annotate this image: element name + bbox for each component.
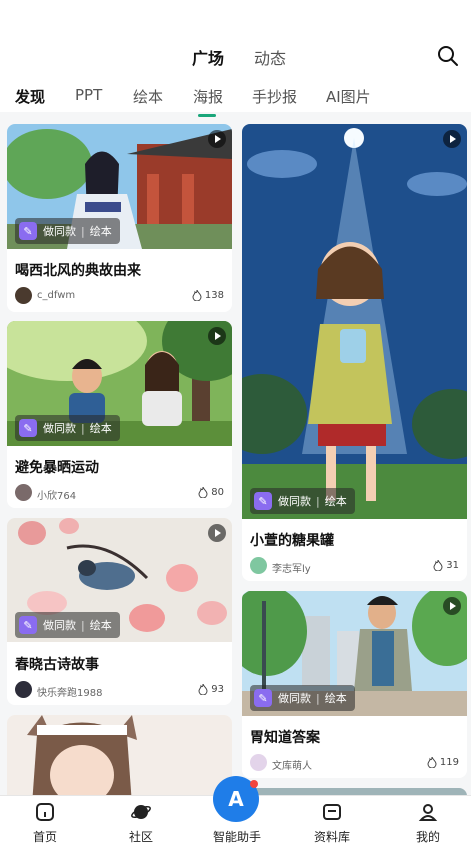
category-bar: 发现 PPT 绘本 海报 手抄报 AI图片 — [0, 86, 471, 108]
assistant-glyph: A — [228, 787, 244, 811]
badge-action: 做同款 — [278, 495, 311, 508]
badge-action: 做同款 — [43, 422, 76, 435]
nav-home-label: 首页 — [32, 830, 57, 844]
avatar — [15, 484, 32, 501]
card-author: c_dfwm — [37, 290, 76, 301]
brush-icon: ✎ — [19, 222, 37, 240]
badge-action: 做同款 — [43, 619, 76, 632]
nav-profile[interactable]: 我的 — [381, 796, 471, 847]
same-style-badge[interactable]: ✎ 做同款 | 绘本 — [250, 488, 355, 514]
feed-card[interactable]: ✎ 做同款 | 绘本 避免暴晒运动 小欣764 80 — [7, 321, 232, 508]
card-author: 快乐奔跑1988 — [37, 688, 103, 699]
card-likes: 80 — [198, 487, 224, 498]
home-icon — [36, 803, 54, 821]
nav-community-label: 社区 — [128, 830, 153, 844]
nav-profile-label: 我的 — [415, 830, 440, 844]
avatar — [250, 557, 267, 574]
category-picture-book[interactable]: 绘本 — [133, 86, 163, 107]
card-likes: 31 — [433, 560, 459, 571]
library-icon — [323, 804, 341, 820]
badge-action: 做同款 — [278, 692, 311, 705]
nav-community[interactable]: 社区 — [94, 796, 188, 847]
brush-icon: ✎ — [19, 616, 37, 634]
nav-library-label: 资料库 — [313, 830, 350, 844]
badge-type: 绘本 — [89, 225, 112, 238]
avatar — [15, 287, 32, 304]
badge-action: 做同款 — [43, 225, 76, 238]
card-title: 春晓古诗故事 — [15, 657, 99, 673]
feed-card[interactable] — [7, 715, 232, 805]
card-likes: 138 — [192, 290, 224, 301]
badge-divider: | — [316, 494, 320, 508]
badge-divider: | — [81, 421, 85, 435]
badge-divider: | — [81, 618, 85, 632]
tab-square[interactable]: 广场 — [192, 45, 224, 69]
card-title: 避免暴晒运动 — [15, 460, 99, 476]
fire-icon — [427, 757, 437, 768]
video-icon — [443, 130, 461, 148]
header-tabs: 广场 动态 — [0, 45, 471, 117]
card-likes: 119 — [427, 757, 459, 768]
category-poster[interactable]: 海报 — [193, 86, 223, 107]
fire-icon — [192, 290, 202, 301]
card-cover-image — [242, 124, 467, 519]
nav-home[interactable]: 首页 — [0, 796, 92, 847]
card-title: 喝西北风的典故由来 — [15, 263, 141, 279]
likes-count: 80 — [211, 487, 224, 498]
nav-assistant-label: 智能助手 — [212, 830, 261, 844]
card-cover-image — [7, 715, 232, 805]
category-discover[interactable]: 发现 — [15, 86, 45, 107]
fire-icon — [433, 560, 443, 571]
card-likes: 93 — [198, 684, 224, 695]
badge-type: 绘本 — [324, 692, 347, 705]
badge-divider: | — [316, 691, 320, 705]
badge-type: 绘本 — [324, 495, 347, 508]
brush-icon: ✎ — [254, 689, 272, 707]
badge-divider: | — [81, 224, 85, 238]
video-icon — [208, 327, 226, 345]
same-style-badge[interactable]: ✎ 做同款 | 绘本 — [15, 415, 120, 441]
same-style-badge[interactable]: ✎ 做同款 | 绘本 — [15, 218, 120, 244]
planet-icon — [131, 805, 151, 819]
card-title: 胃知道答案 — [250, 730, 320, 746]
feed-card[interactable]: ✎ 做同款 | 绘本 喝西北风的典故由来 c_dfwm 138 — [7, 124, 232, 312]
avatar — [15, 681, 32, 698]
video-icon — [208, 524, 226, 542]
likes-count: 31 — [446, 560, 459, 571]
brush-icon: ✎ — [254, 492, 272, 510]
brush-icon: ✎ — [19, 419, 37, 437]
badge-type: 绘本 — [89, 619, 112, 632]
badge-type: 绘本 — [89, 422, 112, 435]
same-style-badge[interactable]: ✎ 做同款 | 绘本 — [15, 612, 120, 638]
nav-library[interactable]: 资料库 — [285, 796, 379, 847]
likes-count: 93 — [211, 684, 224, 695]
category-handwritten-newspaper[interactable]: 手抄报 — [252, 86, 297, 107]
same-style-badge[interactable]: ✎ 做同款 | 绘本 — [250, 685, 355, 711]
fire-icon — [198, 684, 208, 695]
tab-dynamics[interactable]: 动态 — [254, 45, 286, 69]
category-ppt[interactable]: PPT — [75, 86, 102, 104]
category-ai-image[interactable]: AI图片 — [326, 86, 371, 107]
notification-dot — [250, 780, 258, 788]
card-title: 小萱的糖果罐 — [250, 533, 334, 549]
card-author: 小欣764 — [37, 491, 77, 502]
search-icon[interactable] — [436, 44, 460, 68]
card-author: 李志军ly — [272, 564, 311, 575]
card-author: 文库萌人 — [272, 761, 312, 772]
avatar — [250, 754, 267, 771]
active-tab-indicator — [198, 114, 216, 117]
video-icon — [443, 597, 461, 615]
fire-icon — [198, 487, 208, 498]
likes-count: 138 — [204, 290, 224, 301]
likes-count: 119 — [439, 757, 459, 768]
profile-icon — [418, 804, 438, 821]
feed-card[interactable]: ✎ 做同款 | 绘本 春晓古诗故事 快乐奔跑1988 93 — [7, 518, 232, 705]
video-icon — [208, 130, 226, 148]
feed-card[interactable]: ✎ 做同款 | 绘本 小萱的糖果罐 李志军ly 31 — [242, 124, 467, 581]
feed-card[interactable]: ✎ 做同款 | 绘本 胃知道答案 文库萌人 119 — [242, 591, 467, 778]
